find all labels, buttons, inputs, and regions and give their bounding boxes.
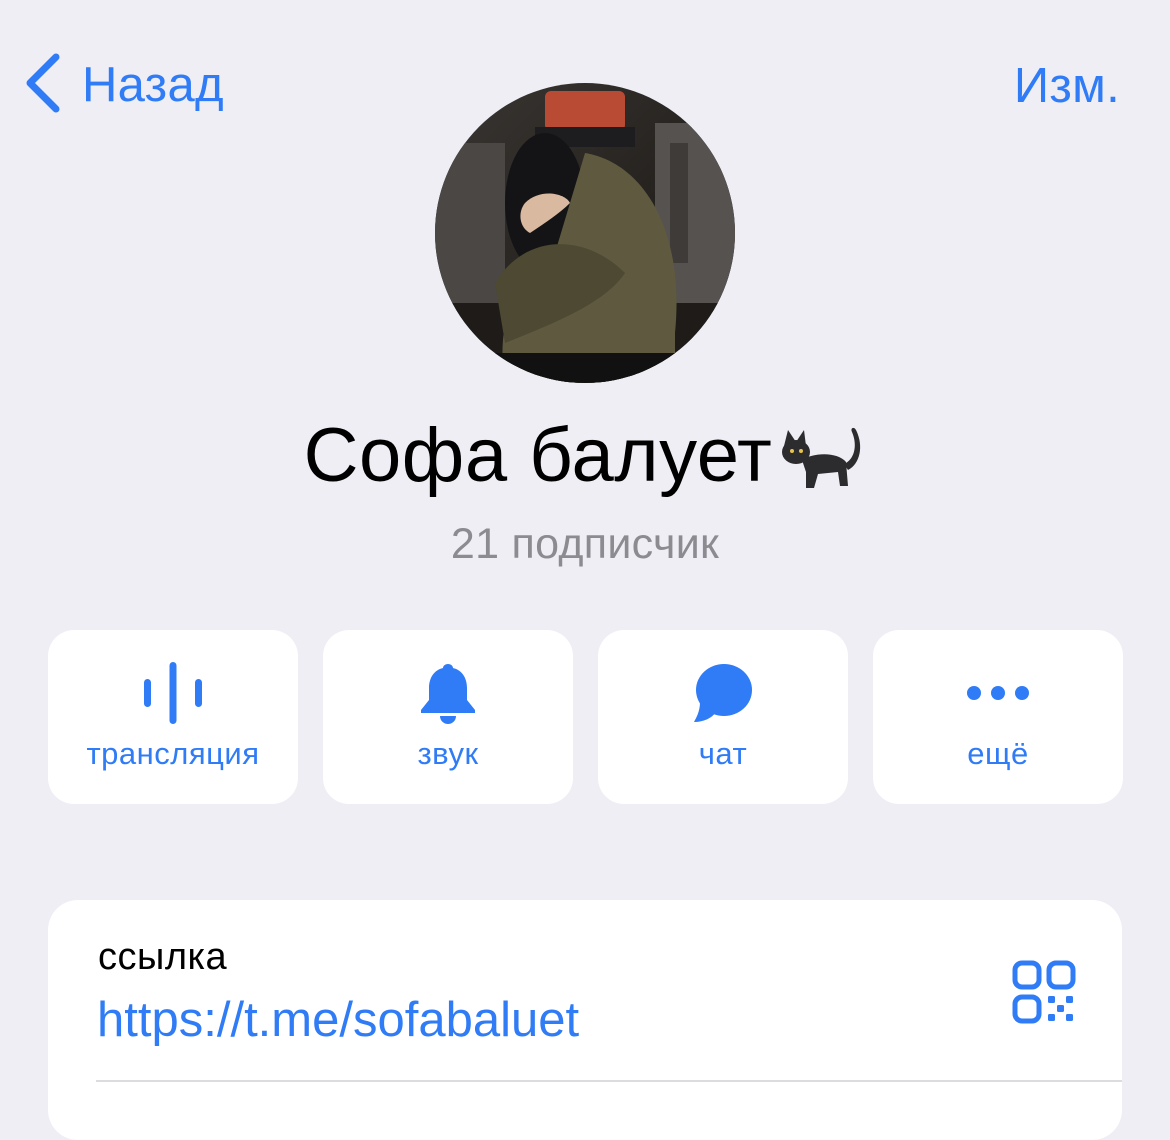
avatar[interactable] [435,83,735,383]
channel-link[interactable]: https://t.me/sofabaluet [97,992,579,1048]
broadcast-button-label: трансляция [86,736,260,771]
sound-button-label: звук [417,736,479,771]
broadcast-button[interactable]: трансляция [48,630,298,804]
bell-icon [415,660,481,726]
more-dots-icon [965,660,1031,726]
edit-button[interactable]: Изм. [1014,58,1120,114]
cat-emoji-icon [774,416,866,496]
back-button[interactable]: Назад [22,52,224,118]
info-card: ссылка https://t.me/sofabaluet [48,900,1122,1140]
back-button-label: Назад [82,58,224,112]
more-button-label: ещё [967,736,1029,771]
channel-title-text: Софа балует [303,413,773,498]
qr-code-icon[interactable] [1012,960,1076,1024]
link-caption: ссылка [98,936,228,978]
channel-title: Софа балует [0,412,1170,499]
waveform-icon [140,660,206,726]
subscriber-count: 21 подписчик [450,520,720,568]
sound-button[interactable]: звук [323,630,573,804]
action-bar: трансляция звук чат ещё [48,630,1123,804]
more-button[interactable]: ещё [873,630,1123,804]
chat-bubble-icon [690,660,756,726]
chevron-left-icon [22,51,64,120]
chat-button[interactable]: чат [598,630,848,804]
divider [96,1080,1122,1082]
chat-button-label: чат [698,736,748,771]
